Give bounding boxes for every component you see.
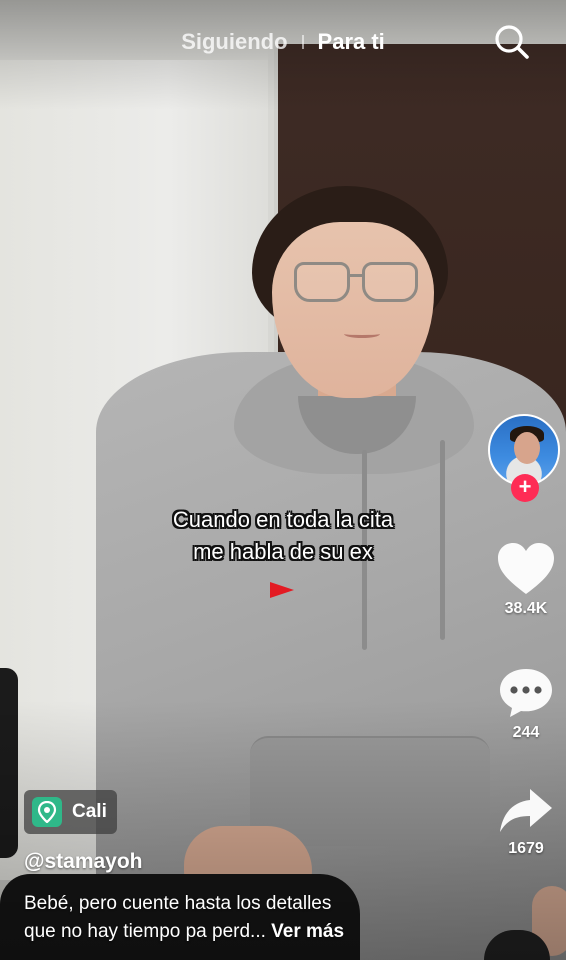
tab-divider xyxy=(301,35,304,50)
follow-plus-icon[interactable]: + xyxy=(511,474,539,502)
caption-line: me habla de su ex xyxy=(193,539,373,564)
tab-following[interactable]: Siguiendo xyxy=(181,29,287,55)
share-count: 1679 xyxy=(508,840,544,857)
search-icon[interactable] xyxy=(492,22,532,62)
mouth xyxy=(344,330,380,338)
location-tag[interactable]: Cali xyxy=(24,790,117,834)
share-button[interactable]: 1679 xyxy=(486,786,566,858)
top-nav: Siguiendo Para ti xyxy=(0,18,566,66)
video-description: Bebé, pero cuente hasta los detalles que… xyxy=(24,890,444,946)
glasses xyxy=(292,262,422,306)
glasses-lens xyxy=(362,262,418,302)
avatar-face xyxy=(514,432,540,464)
tab-for-you[interactable]: Para ti xyxy=(318,29,385,55)
description-text: que no hay tiempo pa perd... xyxy=(24,921,266,942)
red-flag-icon xyxy=(270,582,294,598)
location-pin-icon xyxy=(32,797,62,827)
heart-icon[interactable] xyxy=(496,542,556,596)
feed-tabs: Siguiendo Para ti xyxy=(0,28,566,55)
location-label: Cali xyxy=(72,801,107,822)
share-arrow-icon[interactable] xyxy=(498,786,554,836)
comment-button[interactable]: 244 xyxy=(486,666,566,742)
glasses-lens xyxy=(294,262,350,302)
creator-avatar-button[interactable]: + xyxy=(486,412,564,506)
like-button[interactable]: 38.4K xyxy=(486,542,566,618)
creator-username[interactable]: @stamayoh xyxy=(24,850,143,874)
description-line: Bebé, pero cuente hasta los detalles xyxy=(24,893,332,914)
like-count: 38.4K xyxy=(504,600,548,617)
comment-count: 244 xyxy=(512,724,540,741)
see-more-link[interactable]: Ver más xyxy=(271,921,344,942)
caption-line: Cuando en toda la cita xyxy=(172,507,394,532)
comment-bubble-icon[interactable] xyxy=(497,666,555,720)
video-caption: Cuando en toda la cita me habla de su ex xyxy=(0,504,566,568)
description-line: que no hay tiempo pa perd... Ver más xyxy=(24,918,444,946)
